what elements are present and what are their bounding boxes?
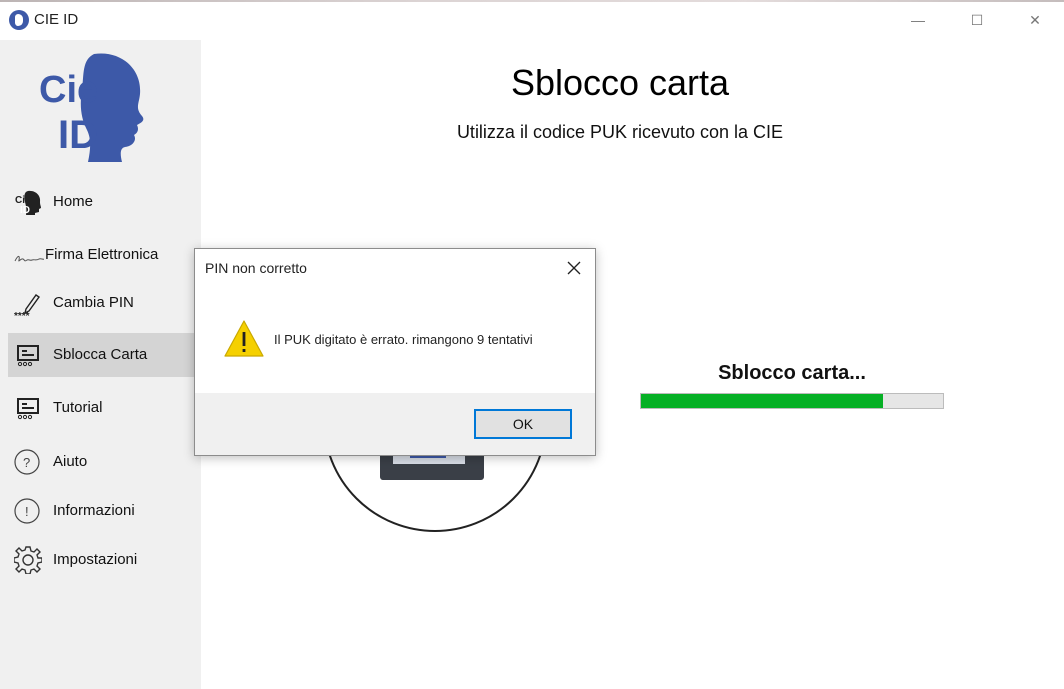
app-icon — [9, 10, 29, 30]
svg-text:?: ? — [23, 455, 30, 470]
sidebar-item-label: Cambia PIN — [53, 294, 134, 311]
sidebar: Cie ID e Cie ID Home Firma Elettronica *… — [0, 40, 201, 689]
progress-bar — [640, 393, 944, 409]
sidebar-item-label: Informazioni — [53, 502, 135, 519]
card-reader-icon — [17, 398, 39, 420]
dialog-body: Il PUK digitato è errato. rimangono 9 te… — [195, 289, 595, 393]
sidebar-item-impostazioni[interactable]: Impostazioni — [8, 538, 194, 582]
sidebar-item-label: Impostazioni — [53, 551, 138, 568]
sidebar-item-firma-elettronica[interactable]: Firma Elettronica — [8, 233, 194, 277]
minimize-button[interactable]: — — [905, 8, 931, 32]
sidebar-item-aiuto[interactable]: ? Aiuto — [8, 440, 194, 484]
svg-text:ID: ID — [20, 205, 30, 216]
warning-icon — [224, 320, 264, 357]
question-icon: ? — [14, 449, 40, 475]
sidebar-item-tutorial[interactable]: Tutorial — [8, 386, 194, 430]
close-window-button[interactable]: ✕ — [1022, 8, 1048, 32]
sidebar-item-label: Aiuto — [53, 453, 88, 470]
cie-id-logo: Cie ID e — [39, 53, 144, 162]
progress-label: Sblocco carta... — [718, 362, 866, 384]
window-title: CIE ID — [34, 11, 79, 28]
progress-fill — [641, 394, 883, 408]
sidebar-item-home[interactable]: Cie ID Home — [8, 180, 194, 224]
sidebar-item-label: Home — [53, 193, 94, 210]
logo-text-id: ID — [58, 113, 98, 157]
error-dialog: PIN non corretto Il PUK digitato è errat… — [194, 248, 596, 456]
page-subtitle: Utilizza il codice PUK ricevuto con la C… — [456, 122, 784, 142]
card-reader-icon — [17, 345, 39, 367]
pencil-pin-icon: **** — [14, 294, 40, 317]
sidebar-item-cambia-pin[interactable]: **** Cambia PIN — [8, 281, 194, 325]
dialog-message: Il PUK digitato è errato. rimangono 9 te… — [274, 332, 533, 347]
sidebar-item-informazioni[interactable]: ! Informazioni — [8, 489, 194, 533]
title-bar: CIE ID — ☐ ✕ — [0, 0, 1064, 40]
dialog-footer: OK — [195, 393, 595, 455]
gear-icon — [14, 546, 42, 574]
maximize-button[interactable]: ☐ — [964, 8, 990, 32]
sidebar-item-label: Tutorial — [53, 399, 103, 416]
svg-text:!: ! — [25, 504, 29, 519]
sidebar-item-label: Firma Elettronica — [45, 246, 159, 263]
info-exclamation-icon: ! — [14, 498, 40, 524]
signature-icon — [14, 255, 44, 262]
sidebar-item-sblocca-carta[interactable]: Sblocca Carta — [8, 333, 194, 377]
title-bar-accent — [0, 0, 1064, 2]
ok-button[interactable]: OK — [474, 409, 572, 439]
dialog-title: PIN non corretto — [205, 260, 307, 276]
sidebar-item-label: Sblocca Carta — [53, 346, 148, 363]
page-title: Sblocco carta — [510, 62, 730, 103]
cie-id-icon: Cie ID — [15, 190, 41, 216]
dialog-close-button[interactable] — [560, 255, 588, 281]
svg-text:****: **** — [14, 311, 30, 317]
